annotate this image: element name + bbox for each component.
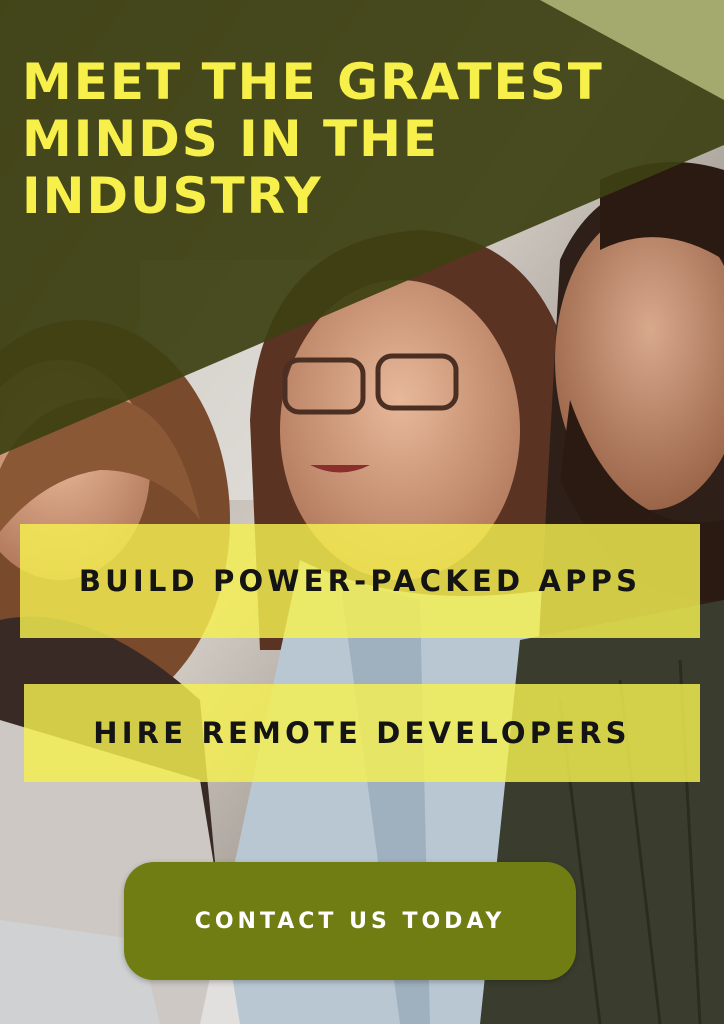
poster: MEET THE GRATEST MINDS IN THE INDUSTRY B… [0,0,724,1024]
feature-label: BUILD POWER-PACKED APPS [78,564,642,598]
feature-box-build-apps: BUILD POWER-PACKED APPS [20,524,700,638]
contact-us-button[interactable]: CONTACT US TODAY [124,862,576,980]
feature-label: HIRE REMOTE DEVELOPERS [93,716,631,750]
page-headline: MEET THE GRATEST MINDS IN THE INDUSTRY [22,53,604,225]
feature-box-hire-developers: HIRE REMOTE DEVELOPERS [24,684,700,782]
contact-us-button-label: CONTACT US TODAY [194,908,506,934]
